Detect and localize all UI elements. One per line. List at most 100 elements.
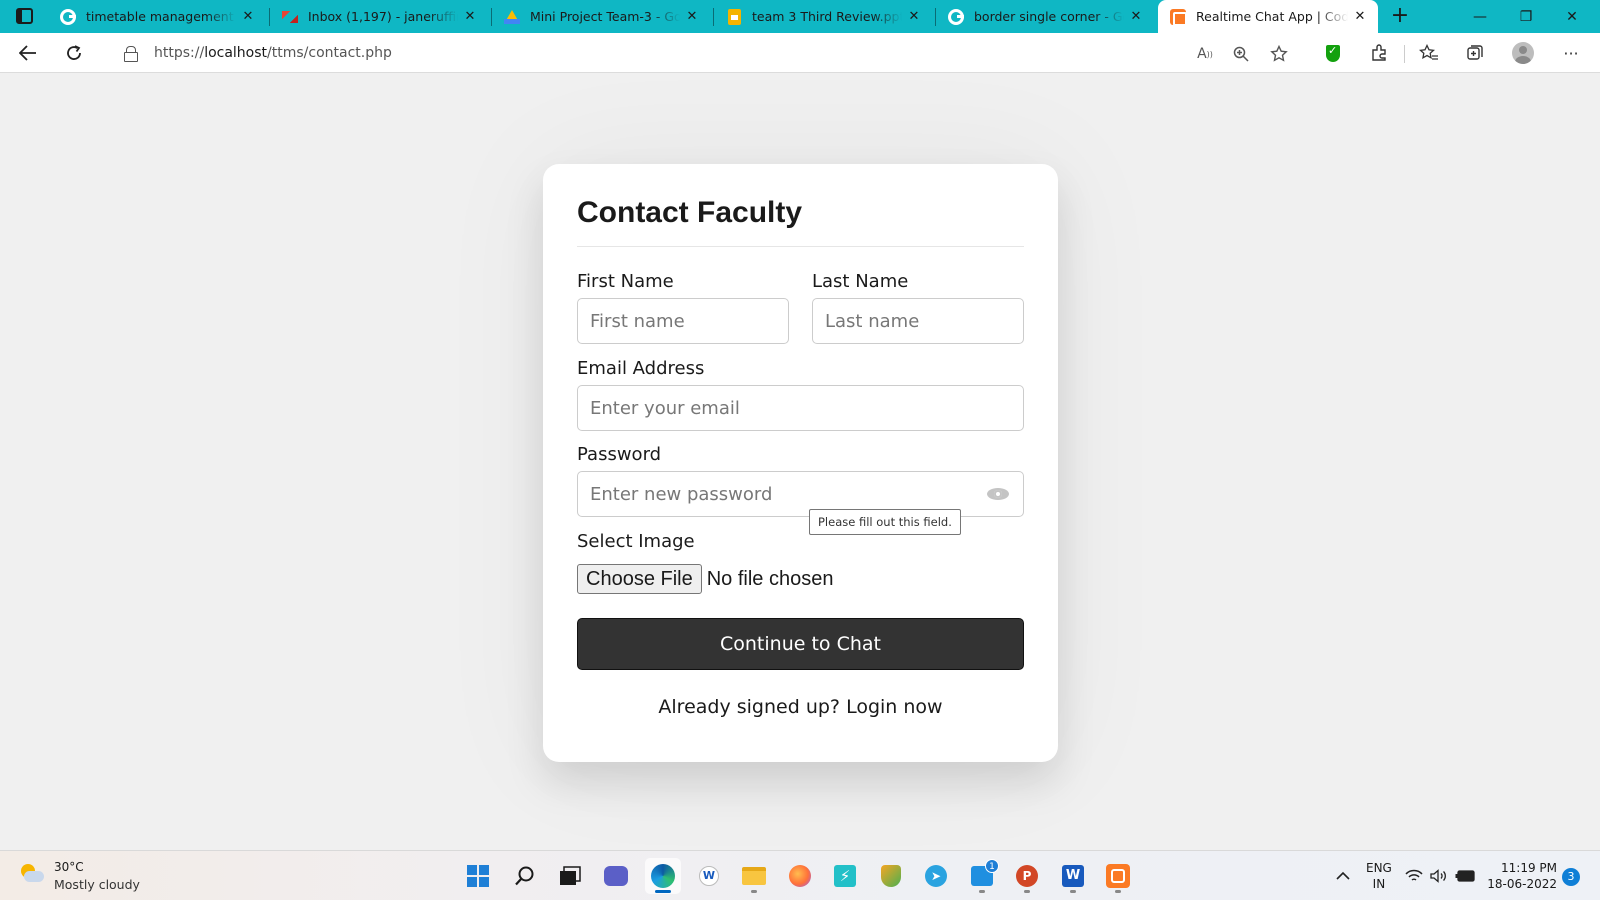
refresh-button[interactable] [60, 39, 88, 67]
taskbar: 30°C Mostly cloudy W ⚡ ➤ 1 P W ENG IN 11… [0, 850, 1600, 900]
edge-taskbar-button[interactable] [645, 858, 681, 894]
word-online-icon: W [699, 866, 719, 886]
telegram-icon: ➤ [925, 865, 947, 887]
more-options-icon[interactable]: ··· [1557, 39, 1585, 67]
tab-realtime-chat[interactable]: Realtime Chat App | Coding ✕ [1158, 0, 1378, 33]
volume-icon[interactable] [1429, 851, 1449, 900]
xampp-icon [1106, 864, 1130, 888]
profile-avatar[interactable] [1509, 39, 1537, 67]
tab-title: Inbox (1,197) - janeruffinam [308, 9, 458, 24]
wifi-icon[interactable] [1404, 851, 1424, 900]
google-drive-icon [504, 9, 520, 25]
chevron-up-icon [1336, 871, 1350, 880]
continue-to-chat-button[interactable]: Continue to Chat [577, 618, 1024, 670]
region-code: IN [1372, 877, 1386, 891]
firefox-icon [789, 865, 811, 887]
close-tab-icon[interactable]: ✕ [1348, 9, 1372, 24]
last-name-label: Last Name [812, 271, 909, 292]
running-indicator [751, 890, 757, 893]
language-indicator[interactable]: ENG IN [1366, 860, 1392, 892]
telegram-button[interactable]: ➤ [918, 858, 954, 894]
last-name-input[interactable] [813, 299, 1023, 343]
xampp-icon [1170, 8, 1187, 26]
weather-temperature[interactable]: 30°C [54, 860, 84, 874]
eye-icon[interactable] [987, 486, 1009, 502]
google-icon [948, 8, 964, 25]
file-explorer-button[interactable] [736, 858, 772, 894]
tab-mini-project[interactable]: Mini Project Team-3 - Goog ✕ [492, 0, 710, 33]
app-s-button[interactable]: ⚡ [827, 858, 863, 894]
store-button[interactable]: 1 [964, 858, 1000, 894]
login-prompt-text: Already signed up? [658, 696, 841, 718]
close-tab-icon[interactable]: ✕ [680, 9, 704, 24]
last-name-field [812, 298, 1024, 344]
tab-title: Realtime Chat App | Coding [1196, 9, 1348, 24]
new-tab-button[interactable]: + [1387, 3, 1413, 29]
url-scheme: https:// [154, 45, 205, 61]
shield-extension-icon[interactable] [1319, 39, 1347, 67]
teams-chat-button[interactable] [598, 858, 634, 894]
read-aloud-icon[interactable]: A)) [1194, 43, 1216, 65]
word-button[interactable]: W [1055, 858, 1091, 894]
choose-file-button[interactable]: Choose File [577, 564, 702, 594]
system-clock[interactable]: 11:19 PM 18-06-2022 [1487, 860, 1557, 892]
login-prompt: Already signed up? Login now [543, 696, 1058, 718]
extensions-icon[interactable] [1365, 39, 1393, 67]
first-name-field [577, 298, 789, 344]
language-code: ENG [1366, 861, 1392, 875]
weather-condition[interactable]: Mostly cloudy [54, 877, 140, 892]
title-divider [577, 246, 1024, 247]
favorites-icon[interactable] [1415, 39, 1443, 67]
collections-icon[interactable] [1461, 39, 1489, 67]
refresh-icon [67, 45, 81, 60]
tab-actions-icon[interactable] [16, 8, 33, 24]
word-icon: W [1062, 865, 1084, 887]
tab-inbox[interactable]: Inbox (1,197) - janeruffinam ✕ [270, 0, 488, 33]
search-button[interactable] [507, 858, 543, 894]
toolbar-divider [1404, 45, 1405, 63]
first-name-input[interactable] [578, 299, 788, 343]
tab-timetable[interactable]: timetable management syst ✕ [48, 0, 266, 33]
tab-title: border single corner - Goog [974, 9, 1124, 24]
zoom-icon[interactable] [1230, 43, 1252, 65]
close-window-button[interactable]: ✕ [1549, 0, 1595, 33]
validation-tooltip: Please fill out this field. [809, 509, 961, 535]
firefox-button[interactable] [782, 858, 818, 894]
url-path: /ttms/contact.php [267, 45, 392, 61]
add-favorite-icon[interactable] [1268, 43, 1290, 65]
word-online-button[interactable]: W [691, 858, 727, 894]
url-text[interactable]: https://localhost/ttms/contact.php [154, 45, 392, 61]
tab-title: team 3 Third Review.pptx - G [752, 9, 902, 24]
close-tab-icon[interactable]: ✕ [902, 9, 926, 24]
battery-icon[interactable] [1454, 851, 1476, 900]
tab-review-pptx[interactable]: team 3 Third Review.pptx - G ✕ [714, 0, 932, 33]
first-name-label: First Name [577, 271, 674, 292]
email-label: Email Address [577, 358, 705, 379]
back-button[interactable] [14, 39, 42, 67]
address-bar[interactable]: https://localhost/ttms/contact.php A)) [104, 37, 1304, 69]
close-tab-icon[interactable]: ✕ [1124, 9, 1148, 24]
tab-title: Mini Project Team-3 - Goog [530, 9, 680, 24]
close-tab-icon[interactable]: ✕ [236, 9, 260, 24]
weather-cloudy-icon[interactable] [18, 862, 44, 886]
show-hidden-icons-button[interactable] [1331, 851, 1355, 900]
lock-icon[interactable] [124, 46, 138, 62]
brave-button[interactable] [873, 858, 909, 894]
select-image-label: Select Image [577, 531, 695, 552]
task-view-button[interactable] [552, 858, 588, 894]
close-tab-icon[interactable]: ✕ [458, 9, 482, 24]
start-button[interactable] [460, 858, 496, 894]
back-arrow-icon [19, 45, 36, 61]
restore-button[interactable]: ❐ [1503, 0, 1549, 33]
google-slides-icon [726, 8, 742, 25]
page-viewport: Contact Faculty First Name Last Name Ema… [0, 74, 1600, 850]
email-input[interactable] [578, 386, 1023, 430]
notification-badge[interactable]: 3 [1562, 868, 1580, 886]
powerpoint-button[interactable]: P [1009, 858, 1045, 894]
minimize-button[interactable]: — [1457, 0, 1503, 33]
active-indicator [655, 890, 671, 893]
running-indicator [1115, 890, 1121, 893]
tab-border-search[interactable]: border single corner - Goog ✕ [936, 0, 1154, 33]
xampp-button[interactable] [1100, 858, 1136, 894]
login-now-link[interactable]: Login now [846, 696, 943, 718]
